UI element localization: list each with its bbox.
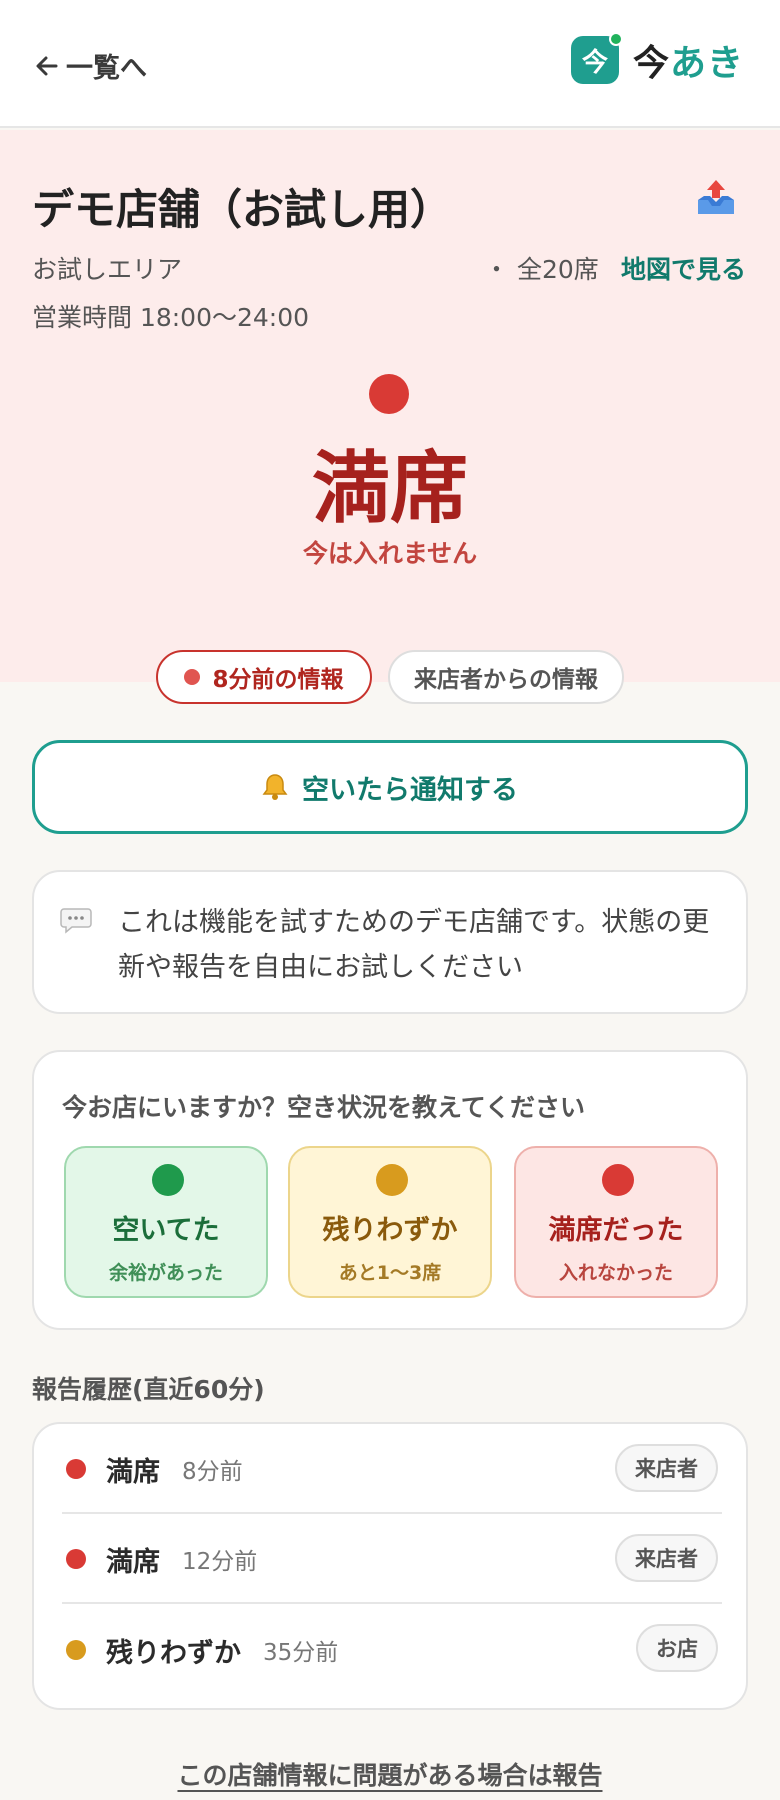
info-age-text: 8分前の情報 xyxy=(212,667,344,693)
app-header: 一覧へ 今 今あき xyxy=(0,0,780,128)
history-row: 満席 8分前 来店者 xyxy=(62,1426,722,1514)
status-hero: デモ店舗（お試し用） お試しエリア ・ 全20席 地図で見る 営業時間 18:0… xyxy=(0,130,780,682)
info-source-text: 来店者からの情報 xyxy=(414,667,598,693)
report-option-few-left[interactable]: 残りわずか あと1〜3席 xyxy=(288,1146,492,1298)
status-sublabel: 今は入れません xyxy=(302,539,478,568)
option-dot xyxy=(152,1164,184,1196)
app-logo: 今 今あき xyxy=(570,32,744,86)
speech-bubble-icon xyxy=(60,908,92,934)
demo-note-text: これは機能を試すためのデモ店舗です。状態の更新や報告を自由にお試しください xyxy=(118,907,710,983)
info-source-pill: 来店者からの情報 xyxy=(388,650,624,704)
logo-badge-text: 今 xyxy=(581,47,608,78)
back-label: 一覧へ xyxy=(66,53,147,84)
logo-badge: 今 xyxy=(570,32,623,84)
store-area: お試しエリア xyxy=(32,255,183,284)
history-source-badge: 来店者 xyxy=(615,1534,718,1582)
report-option-full[interactable]: 満席だった 入れなかった xyxy=(514,1146,718,1298)
history-source-badge: 来店者 xyxy=(615,1444,718,1492)
status-label: 満席 xyxy=(311,444,468,534)
history-time: 12分前 xyxy=(182,1549,258,1575)
store-name: デモ店舗（お試し用） xyxy=(32,185,453,234)
back-link[interactable]: 一覧へ xyxy=(34,46,147,85)
history-dot xyxy=(66,1459,86,1479)
history-title: 報告履歴(直近60分) xyxy=(32,1375,265,1404)
logo-text-part1: 今 xyxy=(632,43,670,84)
history-dot xyxy=(66,1640,86,1660)
option-title: 空いてた xyxy=(112,1215,220,1246)
demo-note: これは機能を試すためのデモ店舗です。状態の更新や報告を自由にお試しください xyxy=(32,870,748,1014)
option-title: 残りわずか xyxy=(322,1215,458,1246)
option-dot xyxy=(376,1164,408,1196)
history-dot xyxy=(66,1549,86,1569)
history-status: 満席 xyxy=(106,1456,160,1488)
option-subtitle: あと1〜3席 xyxy=(338,1262,442,1284)
info-age-dot xyxy=(184,669,201,685)
option-subtitle: 余裕があった xyxy=(108,1262,223,1284)
report-question: 今お店にいますか？空き状況を教えてください xyxy=(62,1093,586,1122)
notify-button-label: 空いたら通知する xyxy=(302,774,518,806)
history-status: 満席 xyxy=(106,1546,160,1578)
bell-icon xyxy=(262,774,288,800)
history-source-badge: お店 xyxy=(636,1624,718,1672)
logo-text-part2: あき xyxy=(669,43,744,84)
history-row: 残りわずか 35分前 お店 xyxy=(62,1606,722,1694)
history-time: 8分前 xyxy=(182,1459,243,1485)
history-row: 満席 12分前 来店者 xyxy=(62,1516,722,1604)
option-subtitle: 入れなかった xyxy=(558,1262,673,1284)
report-option-available[interactable]: 空いてた 余裕があった xyxy=(64,1146,268,1298)
history-list: 満席 8分前 来店者 満席 12分前 来店者 残りわずか 35分前 お店 xyxy=(32,1422,748,1710)
notify-button[interactable]: 空いたら通知する xyxy=(32,740,748,834)
option-dot xyxy=(602,1164,634,1196)
seat-count: ・ 全20席 xyxy=(484,255,599,284)
history-time: 35分前 xyxy=(263,1640,339,1666)
map-link[interactable]: 地図で見る xyxy=(621,250,746,286)
report-problem-link[interactable]: この店舗情報に問題がある場合は報告 xyxy=(0,1756,780,1792)
report-problem-link-text: この店舗情報に問題がある場合は報告 xyxy=(177,1761,603,1790)
history-status: 残りわずか xyxy=(106,1637,241,1669)
report-card: 今お店にいますか？空き状況を教えてください 空いてた 余裕があった 残りわずか … xyxy=(32,1050,748,1330)
back-arrow-icon xyxy=(36,56,58,75)
share-icon[interactable] xyxy=(694,176,738,220)
logo-text: 今あき xyxy=(633,34,744,86)
info-age-pill: 8分前の情報 xyxy=(156,650,372,704)
status-dot xyxy=(369,374,409,414)
option-title: 満席だった xyxy=(548,1215,684,1246)
business-hours: 営業時間 18:00〜24:00 xyxy=(32,303,310,332)
logo-dot xyxy=(608,32,623,46)
